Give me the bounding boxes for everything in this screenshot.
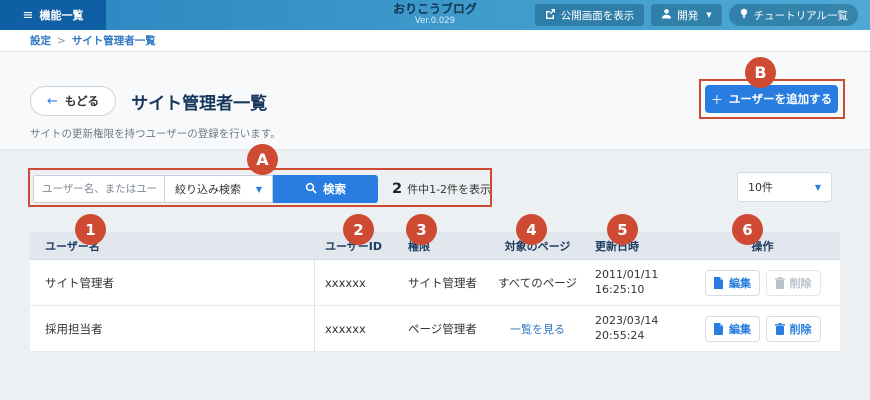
search-button-label: 検索 [323, 182, 346, 196]
edit-button[interactable]: 編集 [704, 269, 760, 296]
chevron-down-icon: ▼ [814, 182, 821, 192]
external-link-icon [545, 8, 556, 22]
delete-button-label: 削除 [789, 276, 812, 290]
chevron-down-icon: ▼ [706, 11, 712, 19]
breadcrumb-current[interactable]: サイト管理者一覧 [72, 33, 156, 48]
col-header-actions: 操作 [751, 239, 774, 253]
col-header-target-pages: 対象のページ [504, 239, 571, 253]
edit-button-label: 編集 [729, 276, 751, 290]
edit-button-label: 編集 [729, 322, 751, 336]
table-row: サイト管理者 xxxxxx サイト管理者 すべてのページ 2011/01/11 … [30, 260, 840, 306]
search-button[interactable]: 検索 [273, 175, 378, 203]
cell-username: サイト管理者 [30, 260, 315, 305]
updated-date: 2011/01/11 [595, 267, 659, 281]
per-page-value: 10件 [748, 181, 773, 194]
admin-user-table: ユーザー名 ユーザーID 権限 対象のページ 更新日時 操作 サイト管理者 xx… [30, 232, 840, 352]
delete-button-disabled[interactable]: 削除 [765, 269, 821, 296]
cell-updated: 2011/01/11 16:25:10 [585, 268, 685, 298]
search-icon [305, 182, 317, 197]
view-pages-link[interactable]: 一覧を見る [510, 323, 565, 336]
updated-time: 20:55:24 [595, 328, 645, 342]
hamburger-icon: ≡ [22, 7, 34, 23]
cell-actions: 編集 削除 [685, 315, 840, 342]
breadcrumb-settings[interactable]: 設定 [30, 33, 51, 48]
chevron-down-icon: ▼ [255, 184, 262, 194]
cell-target-pages: すべてのページ [497, 275, 577, 290]
updated-date: 2023/03/14 [595, 313, 659, 327]
dev-user-label: 開発 [677, 9, 699, 22]
feature-menu-label: 機能一覧 [39, 9, 84, 22]
cell-role: サイト管理者 [408, 275, 477, 290]
delete-button[interactable]: 削除 [765, 315, 821, 342]
title-row: ← もどる サイト管理者一覧 [30, 86, 267, 116]
cell-userid: xxxxxx [325, 321, 366, 336]
filter-dropdown-value: 絞り込み検索 [175, 183, 241, 196]
updated-time: 16:25:10 [595, 282, 645, 296]
dev-user-menu[interactable]: 開発 ▼ [651, 4, 722, 26]
back-arrow-icon: ← [47, 93, 58, 109]
search-group: 絞り込み検索 ▼ 検索 [33, 175, 378, 203]
tutorial-list-label: チュートリアル一覧 [753, 9, 848, 22]
add-user-button[interactable]: ＋ ユーザーを追加する [705, 85, 838, 113]
table-row: 採用担当者 xxxxxx ページ管理者 一覧を見る 2023/03/14 20:… [30, 306, 840, 352]
cell-username: 採用担当者 [30, 306, 315, 351]
tutorial-list-button[interactable]: チュートリアル一覧 [728, 4, 858, 26]
col-header-updated: 更新日時 [595, 239, 639, 253]
trash-icon [774, 322, 785, 335]
lightbulb-icon [739, 8, 749, 22]
page-subtitle: サイトの更新権限を持つユーザーの登録を行います。 [30, 128, 281, 140]
preview-site-button[interactable]: 公開画面を表示 [534, 4, 645, 26]
edit-button[interactable]: 編集 [704, 315, 760, 342]
col-header-userid: ユーザーID [325, 239, 383, 253]
preview-site-label: 公開画面を表示 [560, 9, 635, 22]
delete-button-label: 削除 [789, 322, 812, 336]
result-count-suffix: 件中1-2件を表示 [407, 183, 492, 196]
edit-document-icon [713, 276, 724, 289]
col-header-username: ユーザー名 [30, 232, 315, 259]
trash-icon [774, 276, 785, 289]
plus-icon: ＋ [710, 92, 723, 107]
back-button-label: もどる [64, 94, 100, 108]
edit-document-icon [713, 322, 724, 335]
topbar-actions: 公開画面を表示 開発 ▼ チュートリアル一覧 [534, 4, 858, 26]
app-window: ≡ 機能一覧 おりこうブログ Ver.0.029 公開画面を表示 開発 ▼ チュ… [0, 0, 870, 400]
cell-userid: xxxxxx [325, 275, 366, 290]
cell-role: ページ管理者 [408, 321, 477, 336]
cell-actions: 編集 削除 [685, 269, 840, 296]
user-icon [661, 8, 672, 22]
result-count: 2 件中1-2件を表示 [392, 175, 491, 203]
breadcrumb: 設定 > サイト管理者一覧 [0, 30, 870, 52]
cell-target-pages: 一覧を見る [490, 321, 585, 337]
filter-dropdown[interactable]: 絞り込み検索 ▼ [165, 175, 273, 203]
feature-menu-button[interactable]: ≡ 機能一覧 [0, 0, 106, 30]
per-page-dropdown[interactable]: 10件 ▼ [737, 172, 832, 202]
page-title: サイト管理者一覧 [131, 93, 268, 114]
back-button[interactable]: ← もどる [30, 86, 117, 116]
top-bar: ≡ 機能一覧 おりこうブログ Ver.0.029 公開画面を表示 開発 ▼ チュ… [0, 0, 870, 30]
cell-updated: 2023/03/14 20:55:24 [585, 314, 685, 344]
result-count-value: 2 [392, 181, 403, 197]
breadcrumb-separator: > [57, 34, 66, 47]
add-user-label: ユーザーを追加する [728, 92, 833, 106]
search-input[interactable] [33, 175, 165, 203]
col-header-role: 権限 [408, 239, 430, 253]
table-header-row: ユーザー名 ユーザーID 権限 対象のページ 更新日時 操作 [30, 232, 840, 260]
